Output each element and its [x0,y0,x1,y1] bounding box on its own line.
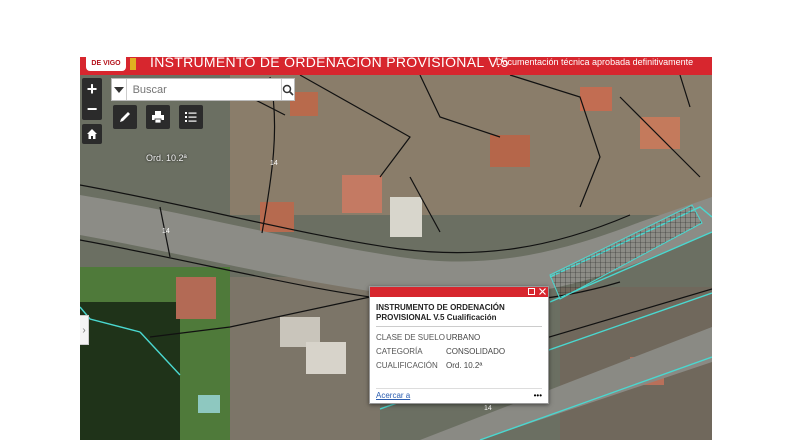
app-header: DE VIGO INSTRUMENTO DE ORDENACIÓN PROVIS… [80,57,712,75]
attribute-value: URBANO [446,333,481,342]
map-viewer: 14 14 14 DE VIGO INSTRUMENTO DE ORDENACI… [80,57,712,440]
roof [176,277,216,319]
roof [640,117,680,149]
sidebar-toggle[interactable]: › [80,315,89,345]
search-input[interactable] [126,79,281,100]
attribute-value: CONSOLIDADO [446,347,506,356]
pencil-icon [120,112,130,122]
search-source-dropdown[interactable] [112,79,127,100]
home-button[interactable] [82,124,102,144]
close-button[interactable] [537,287,547,297]
dark-vegetation [80,302,180,440]
maximize-button[interactable] [526,287,536,297]
attribute-key: CUALIFICACIÓN [376,361,438,370]
app-title: INSTRUMENTO DE ORDENACIÓN PROVISIONAL V.… [150,57,509,70]
zoom-out-button[interactable]: − [87,99,98,119]
print-button[interactable] [146,105,170,129]
search-icon [282,84,294,96]
roof [580,87,612,111]
city-logo: DE VIGO [86,57,126,71]
attribute-key: CLASE DE SUELO [376,333,445,342]
popup-titlebar [370,287,548,297]
street-number-label: 14 [162,228,170,235]
attribute-value: Ord. 10.2ª [446,361,483,370]
attribute-key: CATEGORÍA [376,347,423,356]
attribute-row: CUALIFICACIÓN Ord. 10.2ª [376,359,542,373]
street-number-label: 14 [484,405,492,412]
street-number-label: 14 [270,160,278,167]
roof [490,135,530,167]
attribute-row: CATEGORÍA CONSOLIDADO [376,345,542,359]
pool [198,395,220,413]
draw-tool-button[interactable] [113,105,137,129]
zoom-control: + − [82,78,102,120]
close-icon [538,288,546,295]
attribute-row: CLASE DE SUELO URBANO [376,331,542,345]
popup-title: INSTRUMENTO DE ORDENACIÓN PROVISIONAL V.… [376,303,542,327]
attribute-table: CLASE DE SUELO URBANO CATEGORÍA CONSOLID… [370,331,548,373]
zoom-in-button[interactable]: + [87,79,98,99]
chevron-right-icon: › [82,324,86,336]
info-popup: INSTRUMENTO DE ORDENACIÓN PROVISIONAL V.… [369,286,549,404]
documentation-link[interactable]: Documentación técnica aprobada definitiv… [496,57,693,67]
popup-footer: Acercar a ••• [376,388,542,400]
search-bar [111,78,295,101]
legend-button[interactable] [179,105,203,129]
map-zone-label: Ord. 10.2ª [146,153,187,163]
caret-down-icon [113,86,124,93]
printer-icon [152,111,164,124]
search-button[interactable] [280,79,294,100]
roof [306,342,346,374]
more-options-button[interactable]: ••• [534,391,542,400]
maximize-icon [527,288,535,295]
list-icon [185,112,197,122]
roof [390,197,422,237]
roof [342,175,382,213]
zoom-to-link[interactable]: Acercar a [376,391,410,400]
logo-accent [130,58,136,70]
home-icon [87,129,97,139]
